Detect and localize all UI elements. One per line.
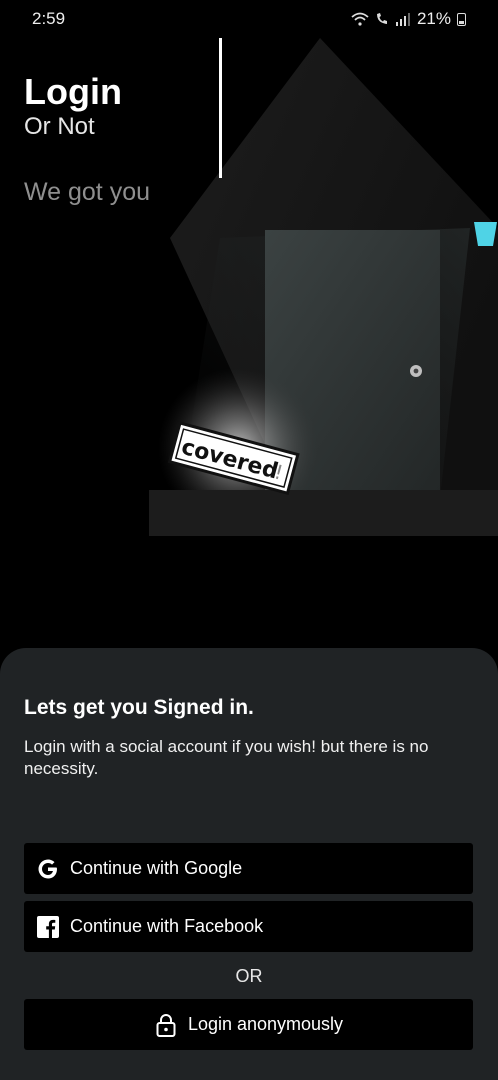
anonymous-button-label: Login anonymously (187, 1014, 344, 1034)
page-title: Login (24, 71, 122, 112)
google-icon (36, 857, 60, 881)
login-sheet: Lets get you Signed in. Login with a soc… (0, 648, 498, 1080)
facebook-button-label: Continue with Facebook (70, 916, 264, 936)
status-bar: 2:59 21% (0, 0, 498, 38)
anonymous-login-button[interactable]: Login anonymously (24, 999, 473, 1050)
signal-icon (395, 13, 410, 26)
call-icon (376, 13, 387, 24)
facebook-icon (36, 915, 60, 939)
lock-icon (154, 1013, 178, 1037)
floor-platform (149, 490, 498, 536)
sheet-description: Login with a social account if you wish!… (24, 737, 429, 778)
divider-line (219, 38, 222, 178)
wifi-icon (351, 12, 369, 26)
google-login-button[interactable]: Continue with Google (24, 843, 473, 894)
facebook-login-button[interactable]: Continue with Facebook (24, 901, 473, 952)
page-subtitle: Or Not (24, 113, 95, 140)
lamp-shade (474, 222, 497, 246)
battery-percent: 21% (416, 9, 451, 28)
or-divider-text: OR (235, 966, 263, 986)
page-tagline: We got you (24, 178, 151, 206)
status-time: 2:59 (32, 9, 66, 28)
google-button-label: Continue with Google (70, 858, 243, 878)
battery-icon (457, 12, 466, 26)
status-indicators: 21% (351, 9, 466, 29)
sheet-title: Lets get you Signed in. (24, 696, 254, 719)
